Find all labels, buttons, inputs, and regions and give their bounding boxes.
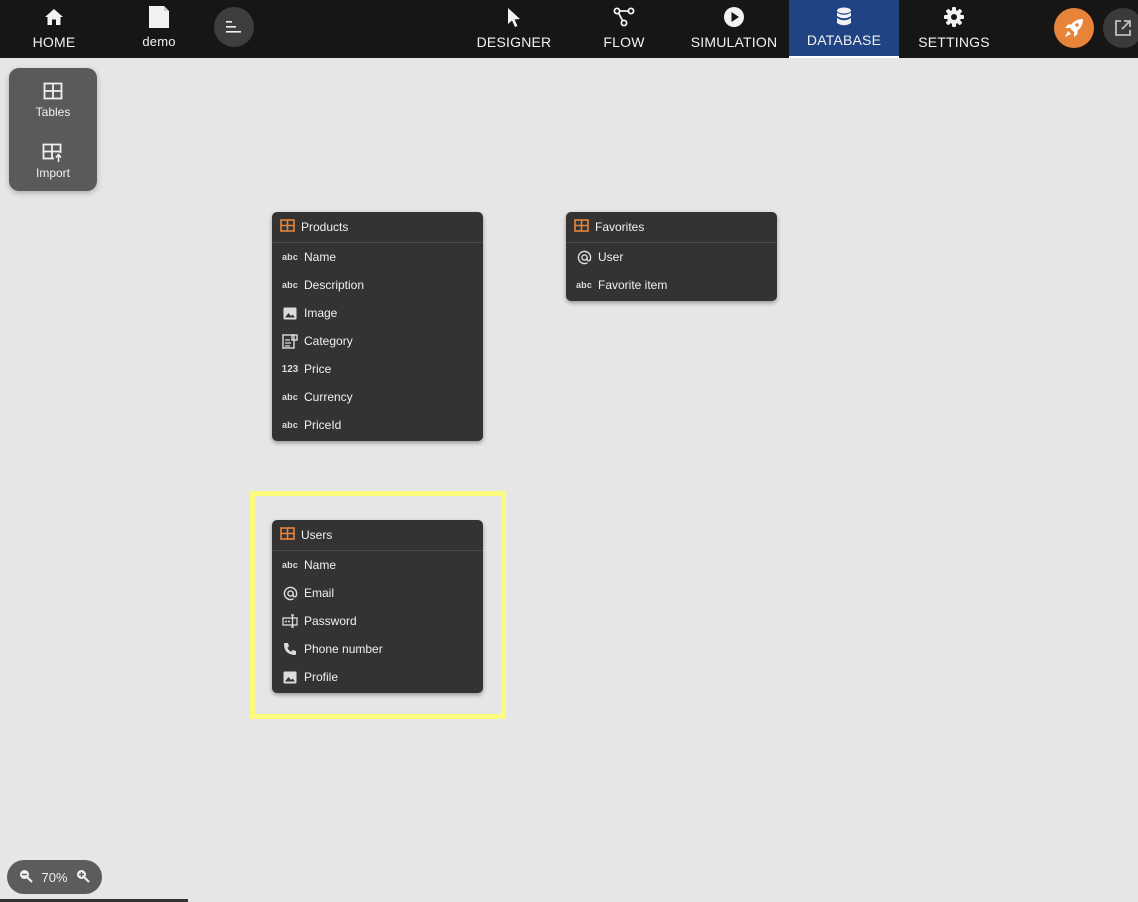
field-name: Profile bbox=[304, 670, 339, 684]
tab-flow-label: FLOW bbox=[603, 34, 645, 50]
nav-home[interactable]: HOME bbox=[22, 0, 86, 58]
document-icon bbox=[147, 6, 171, 28]
top-navigation-bar: HOME demo DESIGNER FLOW SIMULATION DATAB… bbox=[0, 0, 1138, 58]
table-card-products[interactable]: Products abc Name abc Description Image … bbox=[272, 212, 483, 441]
field-name: Price bbox=[304, 362, 332, 376]
tab-flow[interactable]: FLOW bbox=[594, 0, 654, 58]
database-icon bbox=[836, 6, 852, 28]
table-header[interactable]: Products bbox=[272, 212, 483, 243]
table-title: Favorites bbox=[595, 220, 645, 234]
field-name: Email bbox=[304, 586, 335, 600]
flow-icon bbox=[613, 6, 635, 28]
tab-simulation-label: SIMULATION bbox=[690, 34, 778, 50]
tab-simulation[interactable]: SIMULATION bbox=[686, 0, 782, 58]
table-header[interactable]: Favorites bbox=[566, 212, 777, 243]
project-name[interactable]: demo bbox=[130, 0, 188, 58]
field-row[interactable]: 123 Price bbox=[272, 355, 483, 383]
rocket-icon bbox=[1065, 19, 1083, 37]
field-row[interactable]: abc Name bbox=[272, 551, 483, 579]
password-type-icon bbox=[281, 614, 299, 628]
field-name: Password bbox=[304, 614, 357, 628]
gear-icon bbox=[943, 6, 965, 28]
table-icon bbox=[43, 82, 63, 102]
tab-settings[interactable]: SETTINGS bbox=[914, 0, 994, 58]
field-name: PriceId bbox=[304, 418, 342, 432]
field-row[interactable]: abc Name bbox=[272, 243, 483, 271]
email-type-icon bbox=[281, 586, 299, 601]
field-row[interactable]: Category bbox=[272, 327, 483, 355]
tab-designer-label: DESIGNER bbox=[476, 34, 552, 50]
table-icon bbox=[280, 219, 295, 235]
field-row[interactable]: Image bbox=[272, 299, 483, 327]
field-row[interactable]: Profile bbox=[272, 663, 483, 691]
tables-label: Tables bbox=[35, 105, 71, 119]
cursor-icon bbox=[506, 6, 522, 28]
category-type-icon bbox=[281, 333, 299, 349]
tab-settings-label: SETTINGS bbox=[918, 34, 990, 50]
text-type-icon: abc bbox=[281, 280, 299, 290]
text-type-icon: abc bbox=[281, 392, 299, 402]
table-card-favorites[interactable]: Favorites User abc Favorite item bbox=[566, 212, 777, 301]
field-name: Favorite item bbox=[598, 278, 668, 292]
field-row[interactable]: User bbox=[566, 243, 777, 271]
zoom-in-icon[interactable] bbox=[76, 869, 90, 886]
table-title: Users bbox=[301, 528, 333, 542]
tab-database-label: DATABASE bbox=[806, 32, 882, 48]
tab-designer[interactable]: DESIGNER bbox=[474, 0, 554, 58]
open-preview-button[interactable] bbox=[1103, 8, 1138, 48]
email-type-icon bbox=[575, 250, 593, 265]
field-row[interactable]: Phone number bbox=[272, 635, 483, 663]
outline-icon bbox=[226, 21, 241, 33]
field-row[interactable]: abc Favorite item bbox=[566, 271, 777, 299]
import-button[interactable]: Import bbox=[9, 131, 97, 189]
table-header[interactable]: Users bbox=[272, 520, 483, 551]
table-icon bbox=[574, 219, 589, 235]
zoom-control: 70% bbox=[7, 860, 102, 894]
zoom-level: 70% bbox=[41, 869, 68, 885]
table-title: Products bbox=[301, 220, 349, 234]
phone-type-icon bbox=[281, 642, 299, 656]
field-row[interactable]: abc PriceId bbox=[272, 411, 483, 439]
tab-database[interactable]: DATABASE bbox=[789, 0, 899, 58]
image-type-icon bbox=[281, 671, 299, 684]
home-icon bbox=[44, 6, 64, 28]
field-name: Category bbox=[304, 334, 353, 348]
image-type-icon bbox=[281, 307, 299, 320]
database-tools-panel: Tables Import bbox=[9, 68, 97, 191]
field-name: Name bbox=[304, 558, 337, 572]
import-label: Import bbox=[35, 166, 70, 180]
project-name-label: demo bbox=[142, 34, 176, 49]
text-type-icon: abc bbox=[281, 560, 299, 570]
number-type-icon: 123 bbox=[281, 363, 299, 375]
text-type-icon: abc bbox=[281, 252, 299, 262]
field-row[interactable]: Email bbox=[272, 579, 483, 607]
field-name: Phone number bbox=[304, 642, 383, 656]
field-name: Description bbox=[304, 278, 365, 292]
field-row[interactable]: abc Currency bbox=[272, 383, 483, 411]
field-name: Currency bbox=[304, 390, 353, 404]
nav-home-label: HOME bbox=[32, 34, 76, 50]
text-type-icon: abc bbox=[575, 280, 593, 290]
field-name: User bbox=[598, 250, 624, 264]
table-icon bbox=[280, 527, 295, 543]
publish-button[interactable] bbox=[1054, 8, 1094, 48]
play-icon bbox=[723, 6, 745, 28]
table-card-users[interactable]: Users abc Name Email Password Phone numb… bbox=[272, 520, 483, 693]
field-row[interactable]: abc Description bbox=[272, 271, 483, 299]
tables-button[interactable]: Tables bbox=[9, 70, 97, 128]
field-row[interactable]: Password bbox=[272, 607, 483, 635]
zoom-out-icon[interactable] bbox=[19, 869, 33, 886]
field-name: Image bbox=[304, 306, 338, 320]
table-import-icon bbox=[42, 143, 64, 163]
outline-menu-button[interactable] bbox=[214, 7, 254, 47]
external-link-icon bbox=[1115, 20, 1131, 36]
text-type-icon: abc bbox=[281, 420, 299, 430]
field-name: Name bbox=[304, 250, 337, 264]
